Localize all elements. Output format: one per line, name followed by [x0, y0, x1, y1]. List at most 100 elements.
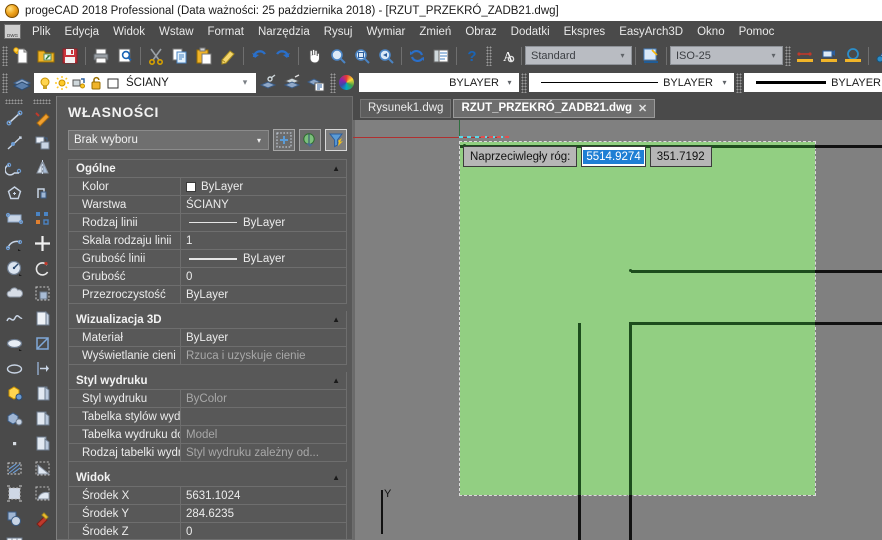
tab-rysunek1[interactable]: Rysunek1.dwg [360, 98, 452, 118]
property-row[interactable]: Tabelka stylów wydruku [69, 408, 347, 426]
dynamic-input[interactable]: Naprzeciwległy róg: 5514.9274 351.7192 [463, 146, 712, 167]
rotate-icon[interactable] [30, 256, 54, 281]
dynamic-input-x-field[interactable]: 5514.9274 [581, 146, 646, 167]
select-objects-icon[interactable] [299, 129, 321, 151]
property-row[interactable]: Grubość 0 [69, 268, 347, 286]
offset-icon[interactable] [30, 181, 54, 206]
fillet-icon[interactable] [30, 481, 54, 506]
toolbar-grip[interactable] [2, 45, 8, 66]
selection-combo[interactable]: Brak wyboru ▾ [68, 130, 269, 150]
break-at-point-icon[interactable] [30, 381, 54, 406]
property-row[interactable]: Warstwa ŚCIANY [69, 196, 347, 214]
color-wheel-icon[interactable] [338, 74, 355, 91]
quick-filter-icon[interactable] [325, 129, 347, 151]
layer-manager-icon[interactable] [11, 72, 33, 94]
menu-okno[interactable]: Okno [690, 23, 732, 41]
drawing-canvas[interactable]: Y Naprzeciwległy róg: 5514.9274 351.7192 [353, 120, 882, 540]
property-row[interactable]: Środek X 5631.1024 [69, 487, 347, 505]
extend-icon[interactable] [30, 356, 54, 381]
construction-line-icon[interactable] [2, 131, 26, 156]
property-row[interactable]: Materiał ByLayer [69, 329, 347, 347]
spline-icon[interactable] [2, 306, 26, 331]
dynamic-input-y-field[interactable]: 351.7192 [649, 146, 712, 167]
property-value[interactable]: 0 [181, 268, 346, 285]
new-file-icon[interactable] [11, 45, 33, 67]
unlocked-padlock-icon[interactable] [89, 76, 103, 90]
print-preview-icon[interactable] [114, 45, 136, 67]
property-value[interactable]: ŚCIANY [181, 196, 346, 213]
chevron-down-icon[interactable]: ▾ [252, 136, 266, 145]
rectangle-icon[interactable] [2, 206, 26, 231]
menu-obraz[interactable]: Obraz [458, 23, 503, 41]
property-row[interactable]: Rodzaj tabelki wydruku Styl wydruku zale… [69, 444, 347, 462]
lightbulb-on-icon[interactable] [38, 76, 52, 90]
polygon-icon[interactable] [2, 181, 26, 206]
property-value[interactable]: 5631.1024 [181, 487, 346, 504]
toolbar-grip[interactable] [33, 99, 51, 104]
layer-combo[interactable]: ŚCIANY ▾ [34, 72, 256, 93]
quick-select-icon[interactable] [273, 129, 295, 151]
close-icon[interactable]: ✕ [638, 102, 647, 115]
mirror-icon[interactable] [30, 156, 54, 181]
paste-icon[interactable] [193, 45, 215, 67]
move-icon[interactable] [30, 231, 54, 256]
collapse-caret-icon[interactable]: ▲ [332, 376, 340, 385]
menu-ekspres[interactable]: Ekspres [557, 23, 613, 41]
layer-tools-icon[interactable] [305, 72, 327, 94]
toolbar-grip[interactable] [521, 72, 527, 93]
menu-edycja[interactable]: Edycja [58, 23, 107, 41]
menu-pomoc[interactable]: Pomoc [732, 23, 782, 41]
undo-icon[interactable] [248, 45, 270, 67]
trim-icon[interactable] [30, 331, 54, 356]
dim-linear-icon[interactable] [794, 45, 816, 67]
lineweight-combo[interactable]: BYLAYER [744, 73, 882, 92]
zoom-realtime-icon[interactable] [327, 45, 349, 67]
property-value[interactable]: ByLayer [181, 178, 346, 195]
menu-dodatki[interactable]: Dodatki [504, 23, 557, 41]
copy-object-icon[interactable] [30, 131, 54, 156]
stretch-icon[interactable] [30, 306, 54, 331]
toolbar-grip[interactable] [2, 72, 8, 93]
open-folder-icon[interactable] [35, 45, 57, 67]
refresh-regen-icon[interactable] [406, 45, 428, 67]
circle-icon[interactable] [2, 256, 26, 281]
layer-previous-icon[interactable] [257, 72, 279, 94]
chamfer-icon[interactable] [30, 456, 54, 481]
property-value[interactable]: 1 [181, 232, 346, 249]
property-value[interactable]: 284.6235 [181, 505, 346, 522]
point-icon[interactable] [2, 431, 26, 456]
join-icon[interactable] [30, 431, 54, 456]
chevron-down-icon[interactable]: ▾ [616, 51, 629, 60]
layer-states-icon[interactable] [281, 72, 303, 94]
property-value[interactable]: ByLayer [181, 329, 346, 346]
chevron-down-icon[interactable]: ▾ [767, 51, 780, 60]
pan-hand-icon[interactable] [303, 45, 325, 67]
erase-icon[interactable] [30, 106, 54, 131]
print-icon[interactable] [90, 45, 112, 67]
arc-icon[interactable] [2, 231, 26, 256]
property-value[interactable]: ByLayer [181, 214, 346, 231]
array-icon[interactable] [30, 206, 54, 231]
copy-icon[interactable] [169, 45, 191, 67]
property-group-header[interactable]: Ogólne ▲ [69, 160, 347, 178]
cut-scissors-icon[interactable] [145, 45, 167, 67]
help-question-icon[interactable]: ? [461, 45, 483, 67]
menu-narzedzia[interactable]: Narzędzia [251, 23, 317, 41]
menu-rysuj[interactable]: Rysuj [317, 23, 360, 41]
break-icon[interactable] [30, 406, 54, 431]
table-icon[interactable] [2, 531, 26, 540]
dim-radius-icon[interactable] [842, 45, 864, 67]
zoom-previous-icon[interactable] [375, 45, 397, 67]
dwg-document-icon[interactable] [4, 24, 21, 39]
collapse-caret-icon[interactable]: ▲ [332, 315, 340, 324]
gradient-icon[interactable] [2, 481, 26, 506]
ellipse-arc-icon[interactable] [2, 356, 26, 381]
toolbar-grip[interactable] [486, 45, 492, 66]
make-block-icon[interactable] [2, 406, 26, 431]
line-icon[interactable] [2, 106, 26, 131]
menu-widok[interactable]: Widok [106, 23, 152, 41]
property-row[interactable]: Skala rodzaju linii 1 [69, 232, 347, 250]
redo-icon[interactable] [272, 45, 294, 67]
text-style-icon[interactable]: A [495, 45, 517, 67]
ellipse-icon[interactable] [2, 331, 26, 356]
